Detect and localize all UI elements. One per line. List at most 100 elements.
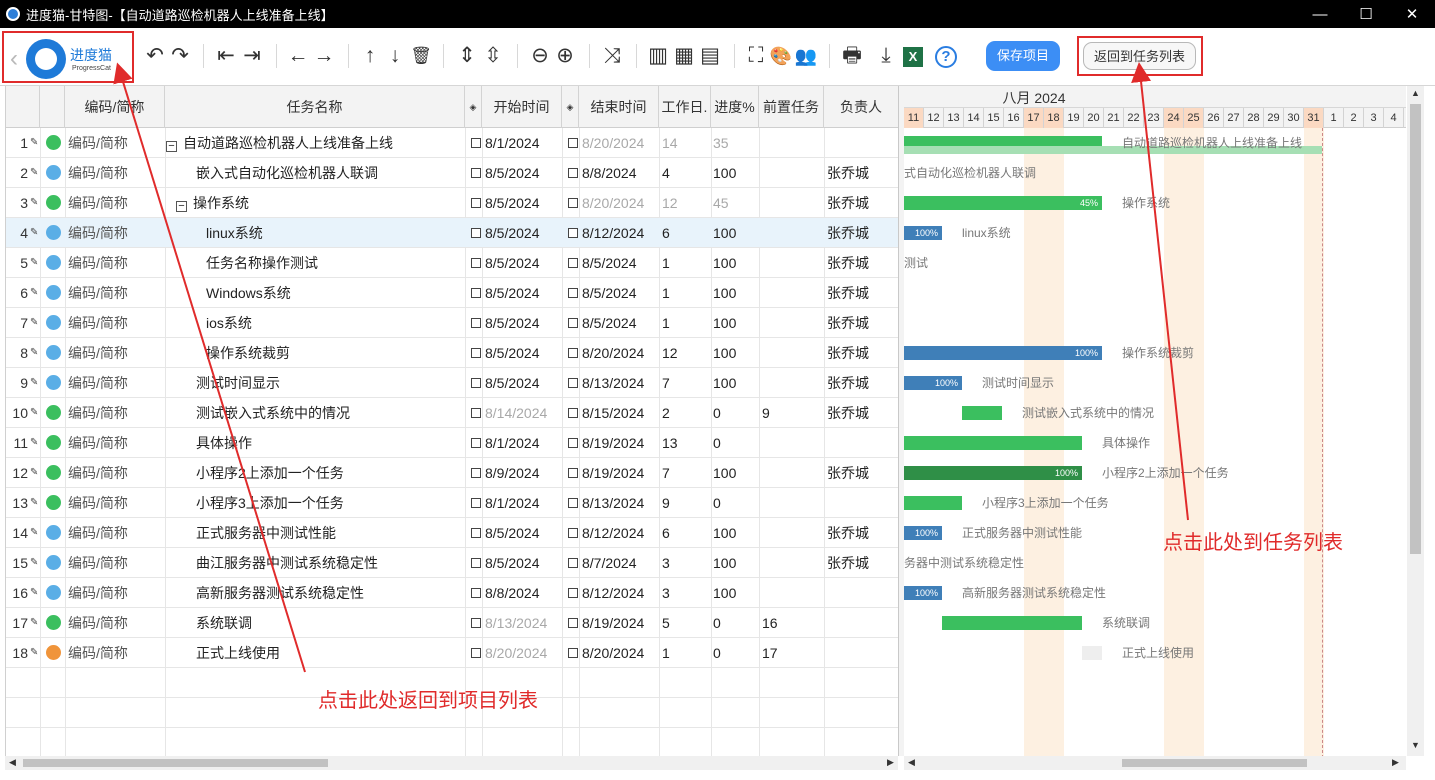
scroll-right-icon[interactable]: ▶ <box>1392 757 1399 768</box>
duration[interactable]: 3 <box>662 548 712 578</box>
vertical-scroll-thumb[interactable] <box>1410 104 1421 554</box>
end-checkbox[interactable] <box>568 498 578 508</box>
end-checkbox[interactable] <box>568 348 578 358</box>
end-checkbox[interactable] <box>568 558 578 568</box>
predecessor[interactable] <box>762 188 822 218</box>
end-date[interactable]: 8/20/2024 <box>582 338 662 368</box>
move-right-icon[interactable]: → <box>312 42 336 70</box>
layout-left-icon[interactable]: ▥ <box>646 42 670 70</box>
start-date[interactable]: 8/5/2024 <box>485 188 565 218</box>
end-checkbox[interactable] <box>568 288 578 298</box>
owner[interactable] <box>827 128 897 158</box>
table-row[interactable]: 11 ✎ 编码/简称 具体操作 8/1/2024 8/19/2024 13 0 <box>6 428 898 458</box>
collapse-toggle-icon[interactable]: − <box>166 141 177 152</box>
scroll-down-icon[interactable]: ▼ <box>1411 740 1420 750</box>
task-name[interactable]: linux系统 <box>206 218 506 248</box>
predecessor[interactable] <box>762 458 822 488</box>
gantt-horizontal-scrollbar[interactable]: ◀ ▶ <box>904 756 1406 770</box>
duration[interactable]: 7 <box>662 368 712 398</box>
predecessor[interactable] <box>762 158 822 188</box>
close-button[interactable]: ✕ <box>1389 0 1435 28</box>
edit-pencil-icon[interactable]: ✎ <box>30 338 40 368</box>
table-row[interactable]: 12 ✎ 编码/简称 小程序2上添加一个任务 8/9/2024 8/19/2024 7 100… <box>6 458 898 488</box>
progress[interactable]: 0 <box>713 488 761 518</box>
duration[interactable]: 6 <box>662 518 712 548</box>
duration[interactable]: 4 <box>662 158 712 188</box>
download-icon[interactable]: ⤓ <box>874 42 898 70</box>
start-date[interactable]: 8/5/2024 <box>485 518 565 548</box>
task-name[interactable]: − 操作系统 <box>176 188 476 218</box>
owner[interactable] <box>827 638 897 668</box>
header-end-toggle[interactable]: ◈ <box>562 86 579 128</box>
header-start[interactable]: 开始时间 <box>482 86 562 128</box>
start-checkbox[interactable] <box>471 498 481 508</box>
task-name[interactable]: 小程序3上添加一个任务 <box>196 488 496 518</box>
predecessor[interactable] <box>762 338 822 368</box>
predecessor[interactable] <box>762 128 822 158</box>
table-row[interactable]: 2 ✎ 编码/简称 嵌入式自动化巡检机器人联调 8/5/2024 8/8/2024 4 100… <box>6 158 898 188</box>
end-checkbox[interactable] <box>568 528 578 538</box>
gantt-bar[interactable] <box>942 616 1082 630</box>
move-down-icon[interactable]: ↓ <box>383 42 407 70</box>
maximize-button[interactable]: ☐ <box>1343 0 1389 28</box>
predecessor[interactable] <box>762 578 822 608</box>
start-checkbox[interactable] <box>471 438 481 448</box>
edit-pencil-icon[interactable]: ✎ <box>30 368 40 398</box>
undo-icon[interactable]: ↶ <box>143 42 167 70</box>
end-checkbox[interactable] <box>568 198 578 208</box>
predecessor[interactable] <box>762 368 822 398</box>
progress[interactable]: 100 <box>713 578 761 608</box>
edit-pencil-icon[interactable]: ✎ <box>30 248 40 278</box>
owner[interactable] <box>827 578 897 608</box>
table-row[interactable]: 16 ✎ 编码/简称 高新服务器测试系统稳定性 8/8/2024 8/12/2024 3 10… <box>6 578 898 608</box>
end-checkbox[interactable] <box>568 168 578 178</box>
duration[interactable]: 3 <box>662 578 712 608</box>
collapse-icon[interactable]: ⇳ <box>481 42 505 70</box>
gantt-bar[interactable] <box>962 406 1002 420</box>
excel-icon[interactable]: X <box>903 47 923 67</box>
duration[interactable]: 12 <box>662 338 712 368</box>
owner[interactable]: 张乔城 <box>827 218 897 248</box>
grid-scroll-thumb[interactable] <box>23 759 328 767</box>
edit-pencil-icon[interactable]: ✎ <box>30 638 40 668</box>
redo-icon[interactable]: ↷ <box>168 42 192 70</box>
back-to-project-list[interactable]: ‹ 进度猫 ProgressCat <box>2 31 134 83</box>
task-name[interactable]: 系统联调 <box>196 608 496 638</box>
progress[interactable]: 0 <box>713 608 761 638</box>
start-checkbox[interactable] <box>471 258 481 268</box>
end-date[interactable]: 8/19/2024 <box>582 428 662 458</box>
end-date[interactable]: 8/7/2024 <box>582 548 662 578</box>
start-date[interactable]: 8/5/2024 <box>485 218 565 248</box>
scroll-right-icon[interactable]: ▶ <box>887 757 894 768</box>
gantt-bar[interactable]: 100% <box>904 376 962 390</box>
duration[interactable]: 14 <box>662 128 712 158</box>
table-row[interactable]: 13 ✎ 编码/简称 小程序3上添加一个任务 8/1/2024 8/13/2024 9 0 <box>6 488 898 518</box>
end-checkbox[interactable] <box>568 318 578 328</box>
progress[interactable]: 100 <box>713 548 761 578</box>
help-icon[interactable]: ? <box>935 46 957 68</box>
start-date[interactable]: 8/13/2024 <box>485 608 565 638</box>
start-date[interactable]: 8/5/2024 <box>485 308 565 338</box>
start-checkbox[interactable] <box>471 138 481 148</box>
table-row[interactable]: 18 ✎ 编码/简称 正式上线使用 8/20/2024 8/20/2024 1 0 17 <box>6 638 898 668</box>
table-row[interactable]: 8 ✎ 编码/简称 操作系统裁剪 8/5/2024 8/20/2024 12 100 张乔城 <box>6 338 898 368</box>
duration[interactable]: 1 <box>662 278 712 308</box>
delete-icon[interactable]: 🗑 <box>409 42 433 70</box>
start-date[interactable]: 8/14/2024 <box>485 398 565 428</box>
start-date[interactable]: 8/1/2024 <box>485 428 565 458</box>
duration[interactable]: 6 <box>662 218 712 248</box>
start-checkbox[interactable] <box>471 468 481 478</box>
start-checkbox[interactable] <box>471 288 481 298</box>
outdent-icon[interactable]: ⇤ <box>214 42 238 70</box>
task-name[interactable]: 小程序2上添加一个任务 <box>196 458 496 488</box>
start-checkbox[interactable] <box>471 318 481 328</box>
gantt-bar[interactable]: 100% <box>904 466 1082 480</box>
task-name[interactable]: 嵌入式自动化巡检机器人联调 <box>196 158 496 188</box>
table-row[interactable]: 17 ✎ 编码/简称 系统联调 8/13/2024 8/19/2024 5 0 16 <box>6 608 898 638</box>
end-date[interactable]: 8/5/2024 <box>582 308 662 338</box>
start-date[interactable]: 8/1/2024 <box>485 488 565 518</box>
table-row[interactable]: 9 ✎ 编码/简称 测试时间显示 8/5/2024 8/13/2024 7 100 张乔城 <box>6 368 898 398</box>
start-date[interactable]: 8/5/2024 <box>485 368 565 398</box>
scroll-left-icon[interactable]: ◀ <box>9 757 16 768</box>
start-checkbox[interactable] <box>471 588 481 598</box>
